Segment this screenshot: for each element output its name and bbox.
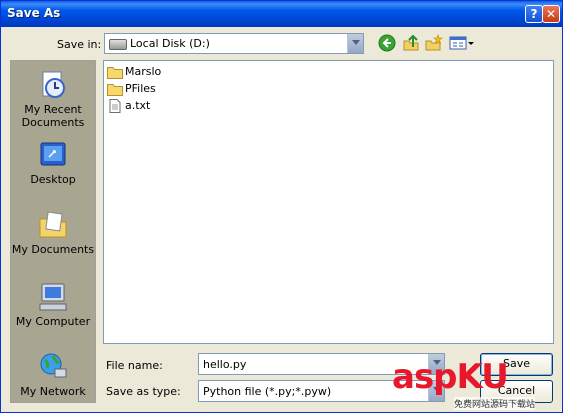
folder-icon [107,67,123,79]
my-documents-icon [37,209,69,241]
place-my-network[interactable]: My Network [11,351,95,398]
places-bar: My Recent Documents Desktop My Documents… [10,60,96,403]
save-as-dialog: Save As ? ✕ Save in: Local Disk (D:) My … [0,0,563,413]
place-label: My Documents [11,243,95,256]
my-computer-icon [37,281,69,313]
title-bar[interactable]: Save As ? ✕ [1,1,562,27]
text-file-icon [109,99,121,113]
place-label: My Recent Documents [21,103,85,129]
file-name-label: File name: [106,359,163,372]
chevron-down-icon[interactable] [428,381,444,401]
cancel-button[interactable]: Cancel [480,380,553,403]
drive-icon [109,39,127,50]
close-button[interactable]: ✕ [542,5,560,23]
view-menu-icon[interactable] [449,34,475,52]
chevron-down-icon[interactable] [428,354,444,374]
save-in-dropdown[interactable]: Local Disk (D:) [104,33,364,54]
place-my-computer[interactable]: My Computer [11,281,95,328]
file-name-value: hello.py [203,358,247,371]
file-list[interactable]: Marslo PFiles a.txt [103,60,554,344]
place-my-documents[interactable]: My Documents [11,209,95,256]
back-icon[interactable] [378,34,396,52]
new-folder-icon[interactable] [425,34,443,52]
place-label: Desktop [30,173,76,186]
save-button[interactable]: Save [480,353,553,376]
save-as-type-label: Save as type: [106,385,181,398]
file-name-input[interactable]: hello.py [198,353,445,375]
save-in-label: Save in: [57,38,102,51]
place-desktop[interactable]: Desktop [11,139,95,186]
desktop-icon [37,139,69,171]
up-folder-icon[interactable] [402,34,420,52]
file-name: a.txt [125,99,151,112]
place-label: My Computer [15,315,91,328]
place-label: My Network [20,385,86,398]
my-network-icon [37,351,69,383]
file-name: PFiles [125,82,156,95]
file-name: Marslo [125,65,162,78]
help-button[interactable]: ? [525,5,543,23]
folder-icon [107,84,123,96]
place-my-recent-documents[interactable]: My Recent Documents [11,69,95,129]
save-in-value: Local Disk (D:) [130,37,210,50]
chevron-down-icon[interactable] [347,34,363,53]
recent-documents-icon [37,69,69,101]
save-as-type-dropdown[interactable]: Python file (*.py;*.pyw) [198,380,445,402]
window-title: Save As [7,6,61,20]
save-as-type-value: Python file (*.py;*.pyw) [203,385,332,398]
